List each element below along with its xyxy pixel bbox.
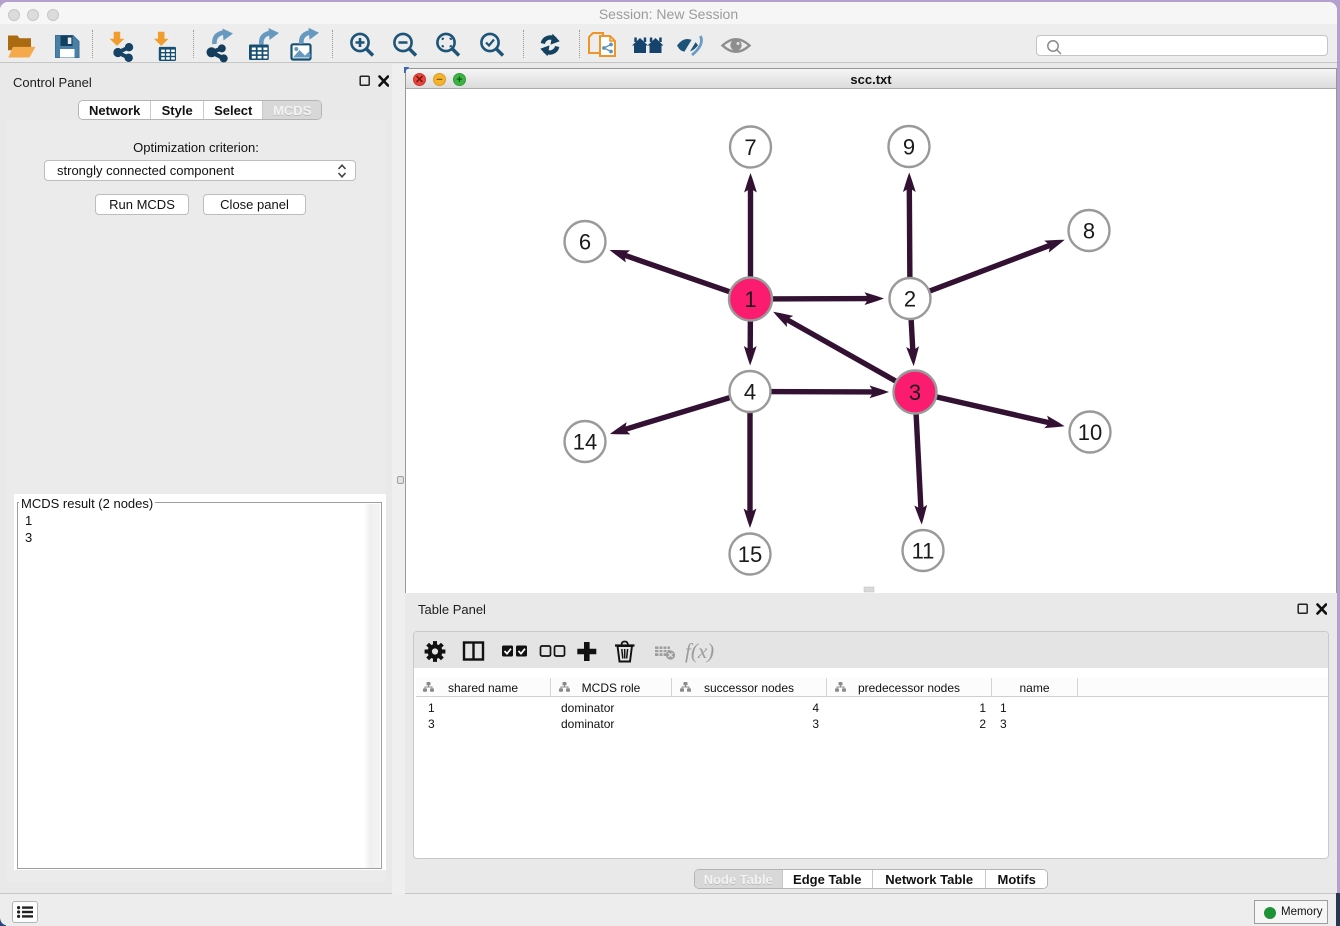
svg-text:1: 1 — [744, 287, 756, 312]
svg-text:2: 2 — [904, 287, 916, 312]
svg-text:8: 8 — [1083, 219, 1095, 244]
svg-text:f(x): f(x) — [685, 639, 714, 663]
svg-text:10: 10 — [1078, 420, 1102, 445]
svg-text:6: 6 — [579, 230, 591, 255]
svg-text:15: 15 — [738, 542, 762, 567]
svg-text:9: 9 — [903, 135, 915, 160]
svg-text:4: 4 — [744, 380, 756, 405]
svg-text:11: 11 — [912, 539, 935, 564]
svg-text:14: 14 — [573, 430, 597, 455]
svg-text:3: 3 — [909, 380, 921, 405]
svg-text:7: 7 — [744, 135, 756, 160]
